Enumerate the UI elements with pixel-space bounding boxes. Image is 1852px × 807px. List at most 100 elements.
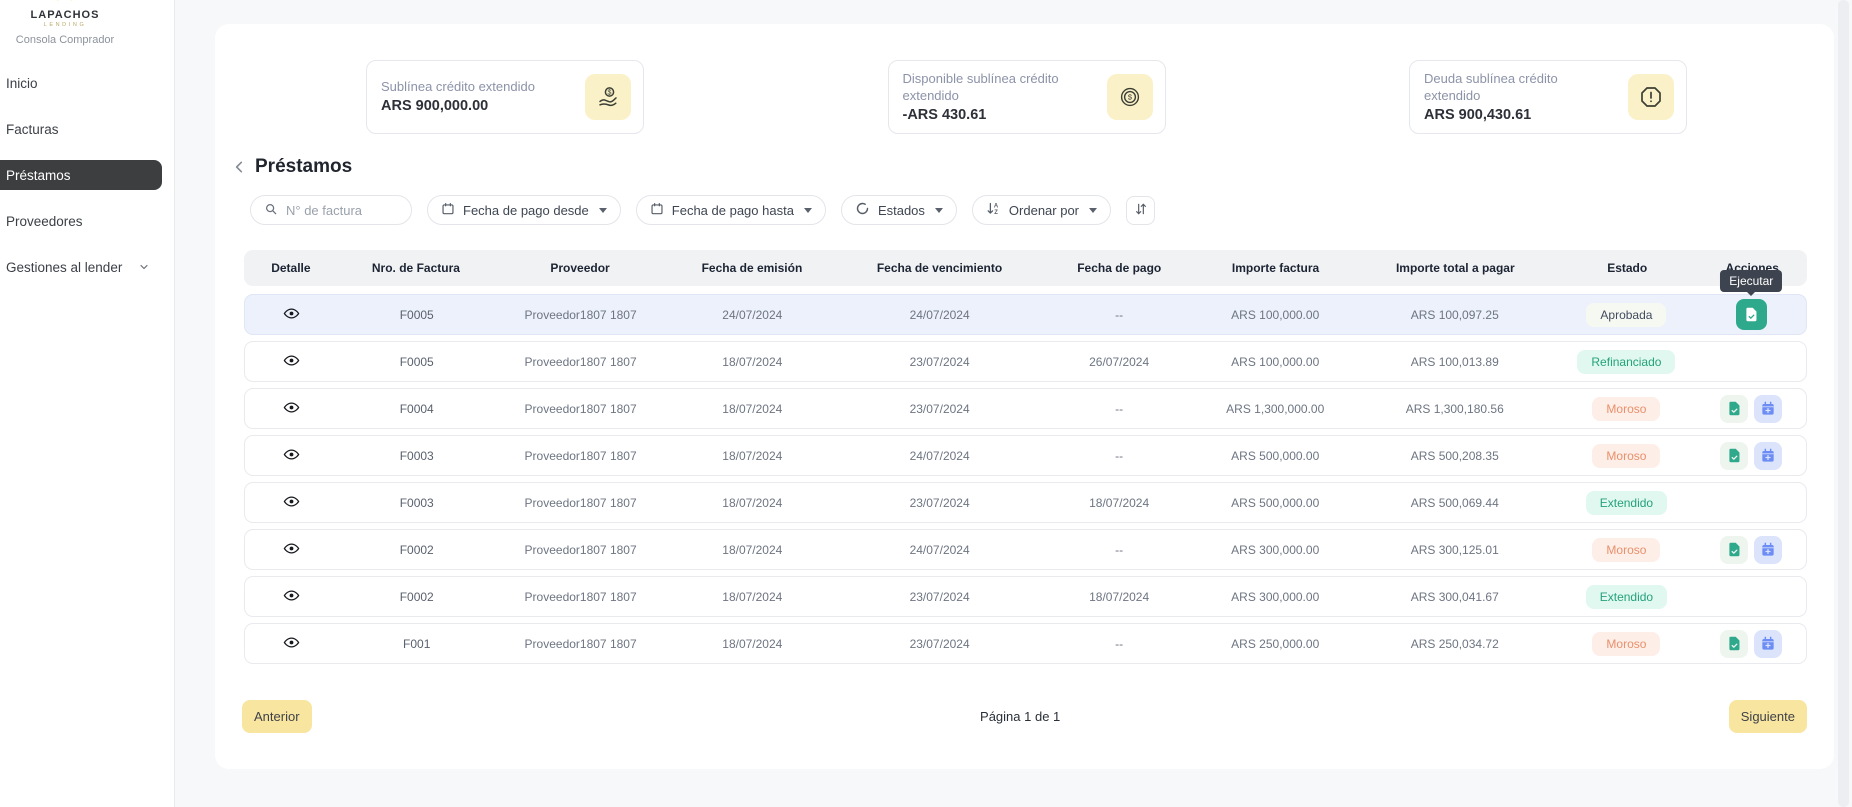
cell-total-amount: ARS 500,208.35 [1353, 449, 1556, 463]
summary-card-title: Sublínea crédito extendido [381, 79, 535, 96]
sidebar-item-proveedores[interactable]: Proveedores [0, 206, 162, 236]
execute-loan-button[interactable] [1720, 395, 1748, 423]
eye-icon [283, 399, 300, 419]
table-row[interactable]: F001 Proveedor1807 1807 18/07/2024 23/07… [244, 623, 1807, 664]
cell-issue-date: 18/07/2024 [666, 590, 838, 604]
cell-payment-date: -- [1041, 402, 1197, 416]
execute-loan-button[interactable] [1720, 630, 1748, 658]
cell-provider: Proveedor1807 1807 [495, 449, 667, 463]
cell-due-date: 24/07/2024 [838, 449, 1041, 463]
view-detail-button[interactable] [283, 352, 300, 372]
cell-invoice-number: F001 [339, 637, 495, 651]
cell-actions [1697, 395, 1806, 423]
table-row[interactable]: F0005 Proveedor1807 1807 18/07/2024 23/0… [244, 341, 1807, 382]
date-to-filter-button[interactable]: Fecha de pago hasta [636, 195, 826, 225]
summary-cards-row: Sublínea crédito extendido ARS 900,000.0… [366, 60, 1687, 134]
cell-total-amount: ARS 250,034.72 [1353, 637, 1556, 651]
sort-by-button[interactable]: A Z Ordenar por [972, 195, 1111, 225]
cell-detail [245, 446, 339, 466]
cell-invoice-amount: ARS 500,000.00 [1197, 449, 1353, 463]
cell-total-amount: ARS 1,300,180.56 [1353, 402, 1556, 416]
sidebar-item-facturas[interactable]: Facturas [0, 114, 162, 144]
table-row[interactable]: F0003 Proveedor1807 1807 18/07/2024 23/0… [244, 482, 1807, 523]
search-input[interactable] [286, 203, 398, 218]
page-scrollbar[interactable] [1838, 0, 1849, 807]
view-detail-button[interactable] [283, 540, 300, 560]
cell-actions: Ejecutar [1697, 299, 1806, 330]
reschedule-button[interactable] [1754, 536, 1782, 564]
page-indicator: Página 1 de 1 [980, 709, 1060, 724]
date-from-filter-button[interactable]: Fecha de pago desde [427, 195, 621, 225]
table-row[interactable]: F0003 Proveedor1807 1807 18/07/2024 24/0… [244, 435, 1807, 476]
view-detail-button[interactable] [283, 305, 300, 325]
summary-card-debt: Deuda sublínea crédito extendido ARS 900… [1409, 60, 1687, 134]
loans-table: DetalleNro. de FacturaProveedorFecha de … [244, 250, 1807, 670]
summary-card-value: ARS 900,000.00 [381, 98, 535, 114]
view-detail-button[interactable] [283, 399, 300, 419]
table-row[interactable]: F0004 Proveedor1807 1807 18/07/2024 23/0… [244, 388, 1807, 429]
sidebar-item-prestamos[interactable]: Préstamos [0, 160, 162, 190]
alert-octagon-icon [1628, 74, 1674, 120]
sidebar-item-gestiones-al-lender[interactable]: Gestiones al lender [0, 252, 162, 282]
status-badge: Aprobada [1586, 303, 1666, 327]
eye-icon [283, 493, 300, 513]
sidebar-nav: Inicio Facturas Préstamos Proveedores Ge… [0, 68, 174, 298]
execute-loan-button[interactable] [1720, 442, 1748, 470]
cell-issue-date: 18/07/2024 [666, 402, 838, 416]
invoice-search-field[interactable] [250, 195, 412, 225]
status-badge: Moroso [1592, 538, 1660, 562]
cell-due-date: 24/07/2024 [838, 308, 1041, 322]
view-detail-button[interactable] [283, 493, 300, 513]
sidebar-item-inicio[interactable]: Inicio [0, 68, 162, 98]
table-row[interactable]: F0002 Proveedor1807 1807 18/07/2024 23/0… [244, 576, 1807, 617]
reschedule-button[interactable] [1754, 442, 1782, 470]
console-label: Consola Comprador [0, 34, 130, 46]
view-detail-button[interactable] [283, 587, 300, 607]
cell-issue-date: 18/07/2024 [666, 496, 838, 510]
states-label: Estados [878, 203, 925, 218]
cell-status: Moroso [1556, 397, 1696, 421]
cell-invoice-number: F0003 [339, 449, 495, 463]
cell-invoice-number: F0004 [339, 402, 495, 416]
summary-card-title: Deuda sublínea crédito extendido [1424, 71, 1614, 105]
cell-invoice-number: F0002 [339, 543, 495, 557]
next-page-button[interactable]: Siguiente [1729, 700, 1807, 733]
view-detail-button[interactable] [283, 634, 300, 654]
status-badge: Extendido [1586, 491, 1667, 515]
cell-total-amount: ARS 100,097.25 [1353, 308, 1556, 322]
cell-detail [245, 305, 339, 325]
states-filter-button[interactable]: Estados [841, 195, 957, 225]
table-row[interactable]: F0005 Proveedor1807 1807 24/07/2024 24/0… [244, 294, 1807, 335]
column-header: Fecha de emisión [666, 261, 838, 275]
cell-total-amount: ARS 100,013.89 [1353, 355, 1556, 369]
sidebar: LAPACHOS LENDING Consola Comprador Inici… [0, 0, 175, 807]
cell-due-date: 24/07/2024 [838, 543, 1041, 557]
view-detail-button[interactable] [283, 446, 300, 466]
toggle-sort-direction-button[interactable] [1126, 196, 1155, 225]
cell-invoice-amount: ARS 100,000.00 [1197, 308, 1353, 322]
cell-issue-date: 18/07/2024 [666, 543, 838, 557]
reschedule-button[interactable] [1754, 630, 1782, 658]
summary-card-title: Disponible sublínea crédito extendido [903, 71, 1093, 105]
cell-total-amount: ARS 300,125.01 [1353, 543, 1556, 557]
previous-page-button[interactable]: Anterior [242, 700, 312, 733]
reschedule-button[interactable] [1754, 395, 1782, 423]
table-row[interactable]: F0002 Proveedor1807 1807 18/07/2024 24/0… [244, 529, 1807, 570]
cell-detail [245, 493, 339, 513]
svg-text:$: $ [1127, 93, 1132, 102]
execute-loan-button[interactable] [1736, 299, 1767, 330]
column-header: Estado [1557, 261, 1698, 275]
execute-tooltip: Ejecutar [1720, 270, 1782, 292]
date-to-label: Fecha de pago hasta [672, 203, 794, 218]
sidebar-item-label: Proveedores [6, 214, 83, 229]
cell-payment-date: -- [1041, 308, 1197, 322]
status-badge: Moroso [1592, 444, 1660, 468]
cell-invoice-amount: ARS 250,000.00 [1197, 637, 1353, 651]
cell-issue-date: 18/07/2024 [666, 637, 838, 651]
cell-provider: Proveedor1807 1807 [495, 590, 667, 604]
search-icon [264, 202, 278, 219]
execute-loan-button[interactable] [1720, 536, 1748, 564]
chevron-left-icon[interactable] [232, 159, 248, 175]
cell-payment-date: 18/07/2024 [1041, 590, 1197, 604]
sidebar-item-label: Inicio [6, 76, 38, 91]
